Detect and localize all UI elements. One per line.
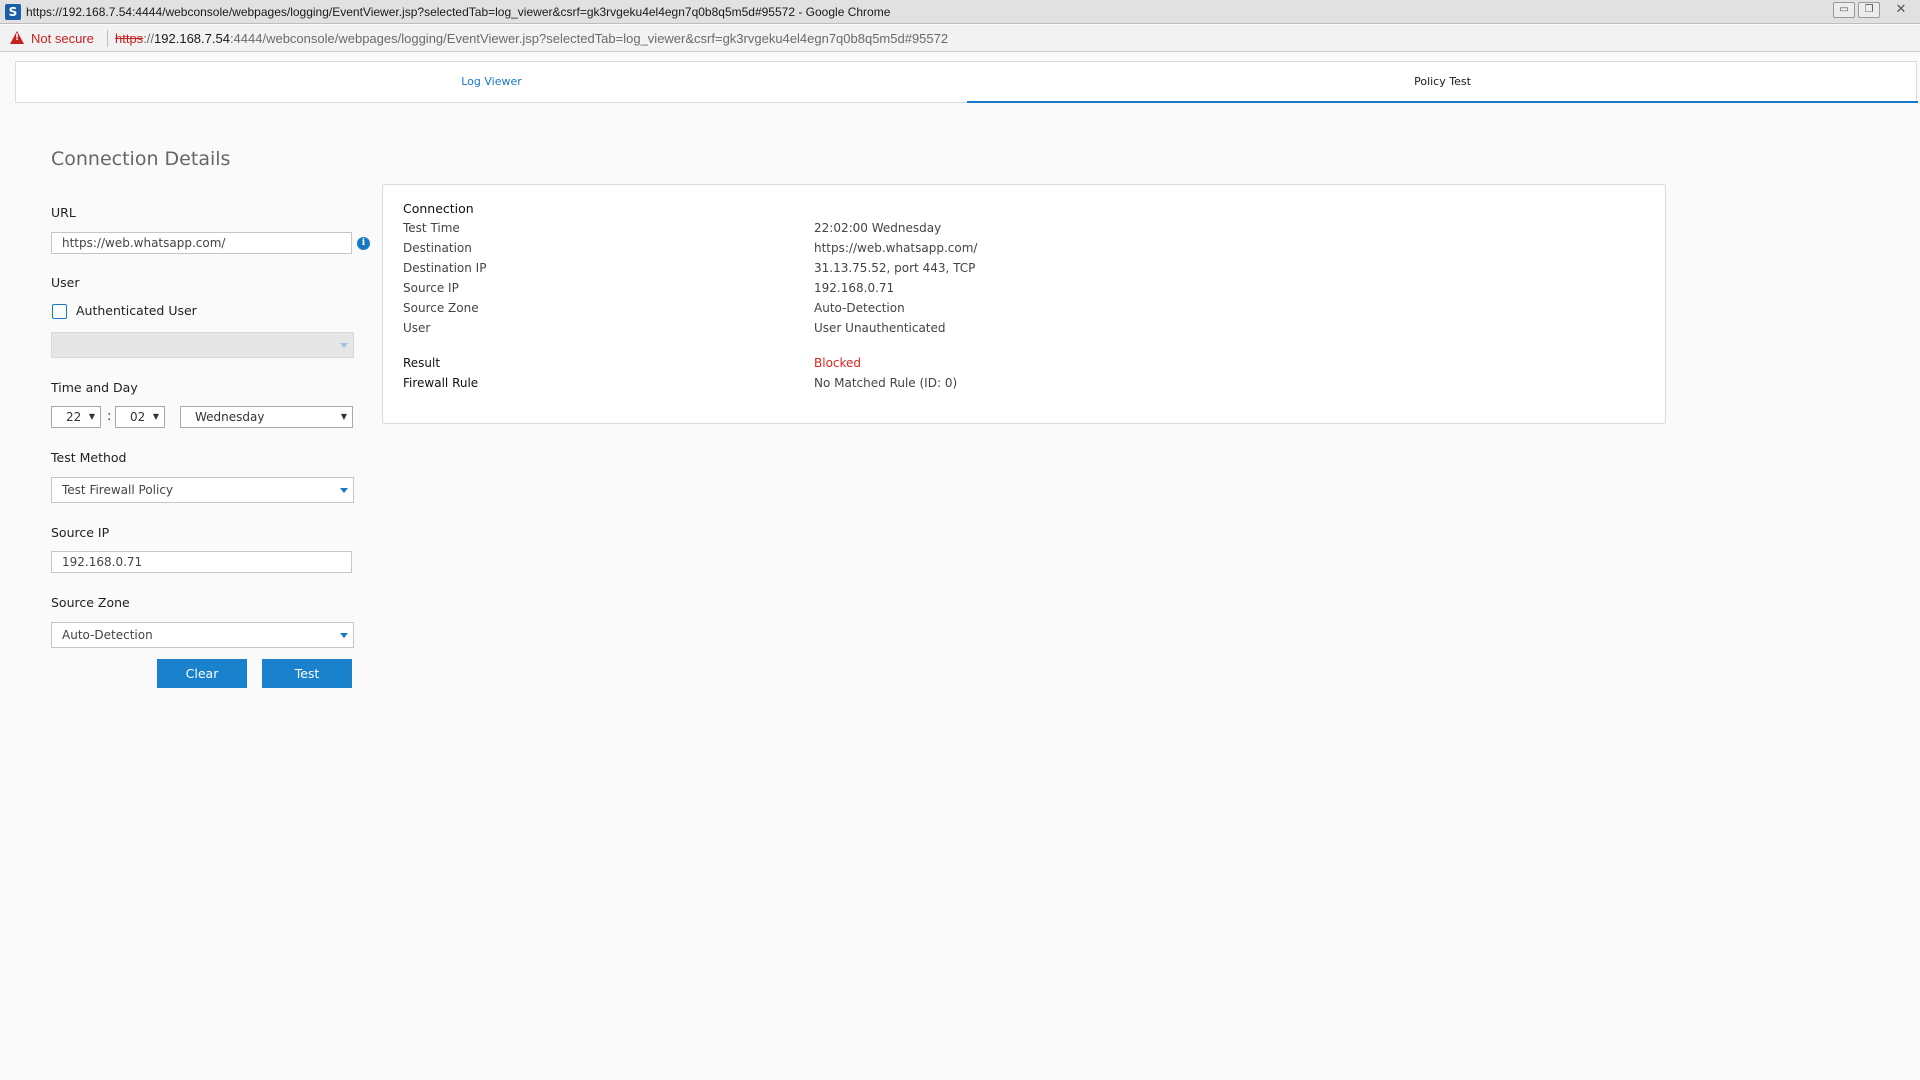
chevron-down-icon: [340, 343, 348, 348]
user-select: [51, 332, 354, 358]
minute-select[interactable]: 02 ▼: [115, 406, 165, 428]
day-value: Wednesday: [195, 410, 265, 424]
url-separator: ://: [143, 31, 155, 46]
result-row-key: Destination IP: [403, 261, 487, 275]
tab-log-viewer[interactable]: Log Viewer: [16, 62, 967, 103]
chevron-down-icon: ▼: [88, 412, 95, 421]
test-method-select[interactable]: Test Firewall Policy: [51, 477, 354, 503]
url-path: :4444/webconsole/webpages/logging/EventV…: [229, 31, 949, 46]
source-zone-select[interactable]: Auto-Detection: [51, 622, 354, 648]
result-label: Result: [403, 356, 441, 370]
firewall-rule-label: Firewall Rule: [403, 376, 479, 390]
time-separator: :: [107, 409, 112, 424]
result-row: User User Unauthenticated: [403, 321, 1653, 337]
source-ip-label: Source IP: [51, 525, 110, 540]
window-title: https://192.168.7.54:4444/webconsole/web…: [26, 5, 891, 19]
hour-select[interactable]: 22 ▼: [51, 406, 101, 428]
time-day-label: Time and Day: [51, 380, 138, 395]
result-row: Source IP 192.168.0.71: [403, 281, 1653, 297]
user-label: User: [51, 275, 80, 290]
app-logo-icon: S: [5, 4, 21, 20]
firewall-rule-row: Firewall Rule No Matched Rule (ID: 0): [403, 376, 1653, 392]
address-bar[interactable]: Not secure https://192.168.7.54:4444/web…: [0, 25, 1920, 52]
url-scheme: https: [115, 31, 144, 46]
result-status-badge: Blocked: [814, 356, 862, 370]
not-secure-label[interactable]: Not secure: [31, 31, 94, 46]
result-row: Test Time 22:02:00 Wednesday: [403, 221, 1653, 237]
authenticated-user-checkbox[interactable]: [52, 304, 67, 319]
hour-value: 22: [66, 410, 82, 424]
day-select[interactable]: Wednesday ▼: [180, 406, 353, 428]
source-ip-input[interactable]: [51, 551, 352, 573]
result-row-value: 192.168.0.71: [814, 281, 895, 295]
result-row-value: https://web.whatsapp.com/: [814, 241, 978, 255]
test-button[interactable]: Test: [262, 659, 352, 688]
result-row: Destination IP 31.13.75.52, port 443, TC…: [403, 261, 1653, 277]
test-method-label: Test Method: [51, 450, 127, 465]
source-zone-label: Source Zone: [51, 595, 130, 610]
address-divider: [107, 30, 108, 47]
result-status-row: Result Blocked: [403, 356, 1653, 372]
tab-bar: Log Viewer Policy Test: [15, 61, 1918, 103]
close-icon[interactable]: ✕: [1890, 2, 1912, 18]
chevron-down-icon: [340, 633, 348, 638]
chevron-down-icon: ▼: [340, 412, 347, 421]
connection-heading: Connection: [403, 201, 474, 216]
result-row-key: Test Time: [403, 221, 460, 235]
result-row-key: Destination: [403, 241, 472, 255]
minute-value: 02: [130, 410, 146, 424]
url-display[interactable]: https://192.168.7.54:4444/webconsole/web…: [115, 31, 948, 46]
test-method-value: Test Firewall Policy: [62, 483, 174, 497]
url-label: URL: [51, 205, 76, 220]
authenticated-user-label[interactable]: Authenticated User: [76, 303, 197, 318]
result-row-key: User: [403, 321, 431, 335]
info-icon[interactable]: i: [357, 237, 370, 250]
result-row: Source Zone Auto-Detection: [403, 301, 1653, 317]
source-zone-value: Auto-Detection: [62, 628, 153, 642]
result-row-key: Source IP: [403, 281, 459, 295]
result-row: Destination https://web.whatsapp.com/: [403, 241, 1653, 257]
page-title: Connection Details: [51, 148, 231, 170]
warning-icon[interactable]: [10, 31, 24, 44]
minimize-icon[interactable]: ▭: [1833, 2, 1855, 18]
url-host: 192.168.7.54: [154, 31, 230, 46]
result-row-value: 22:02:00 Wednesday: [814, 221, 942, 235]
window-title-bar: S https://192.168.7.54:4444/webconsole/w…: [0, 0, 1920, 24]
clear-button[interactable]: Clear: [157, 659, 247, 688]
result-row-value: 31.13.75.52, port 443, TCP: [814, 261, 976, 275]
maximize-icon[interactable]: ❐: [1858, 2, 1880, 18]
url-input[interactable]: [51, 232, 352, 254]
result-row-value: Auto-Detection: [814, 301, 905, 315]
result-card: Connection Test Time 22:02:00 Wednesday …: [382, 184, 1666, 424]
chevron-down-icon: [340, 488, 348, 493]
chevron-down-icon: ▼: [152, 412, 159, 421]
result-row-key: Source Zone: [403, 301, 479, 315]
result-row-value: User Unauthenticated: [814, 321, 946, 335]
firewall-rule-value: No Matched Rule (ID: 0): [814, 376, 958, 390]
tab-policy-test[interactable]: Policy Test: [967, 62, 1918, 103]
